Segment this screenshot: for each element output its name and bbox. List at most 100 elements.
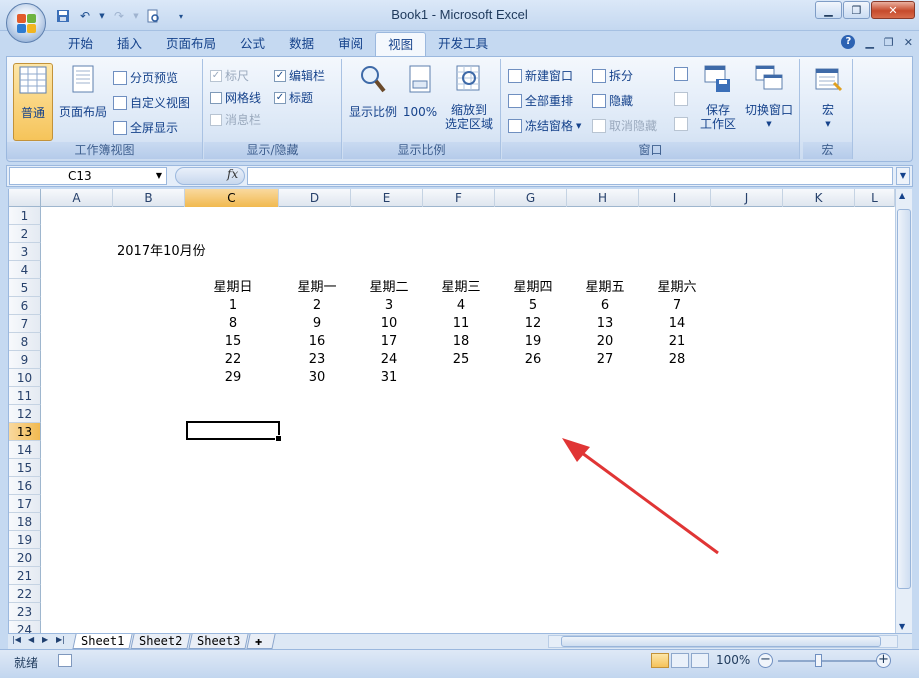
zoom-level[interactable]: 100% (716, 653, 750, 667)
page-break-shortcut-icon[interactable] (691, 653, 709, 668)
row-header-16[interactable]: 16 (9, 477, 41, 495)
insert-function-icon[interactable]: fx (227, 167, 238, 181)
sheet-tab-sheet3[interactable]: Sheet3 (188, 634, 249, 649)
hide-button[interactable]: 隐藏 (592, 92, 633, 109)
reset-position-button[interactable] (674, 117, 688, 131)
row-header-15[interactable]: 15 (9, 459, 41, 477)
macros-button[interactable]: 宏 ▼ (807, 63, 849, 131)
calendar-day-cell[interactable]: 13 (569, 315, 641, 333)
column-header-k[interactable]: K (783, 189, 855, 207)
freeze-panes-button[interactable]: 冻结窗格 ▼ (508, 117, 581, 134)
full-screen-button[interactable]: 全屏显示 (113, 119, 178, 136)
first-sheet-icon[interactable]: |◀ (12, 635, 21, 644)
weekday-header[interactable]: 星期三 (425, 279, 497, 297)
calendar-day-cell[interactable]: 7 (641, 297, 713, 315)
name-box[interactable]: C13 ▼ (9, 167, 167, 185)
row-header-18[interactable]: 18 (9, 513, 41, 531)
scroll-down-icon[interactable]: ▼ (899, 622, 905, 631)
calendar-day-cell[interactable] (497, 369, 569, 387)
zoom-100-button[interactable]: 100% (401, 63, 439, 119)
prev-sheet-icon[interactable]: ◀ (28, 635, 34, 644)
calendar-day-cell[interactable]: 15 (187, 333, 279, 351)
row-header-5[interactable]: 5 (9, 279, 41, 297)
close-button[interactable]: ✕ (871, 1, 915, 19)
calendar-day-cell[interactable]: 3 (353, 297, 425, 315)
row-header-20[interactable]: 20 (9, 549, 41, 567)
row-header-7[interactable]: 7 (9, 315, 41, 333)
calendar-day-cell[interactable]: 8 (187, 315, 279, 333)
row-header-14[interactable]: 14 (9, 441, 41, 459)
calendar-day-cell[interactable]: 24 (353, 351, 425, 369)
tab-home[interactable]: 开始 (56, 32, 105, 56)
formula-input[interactable] (247, 167, 893, 185)
insert-sheet-icon[interactable]: ✚ (246, 634, 276, 649)
row-header-4[interactable]: 4 (9, 261, 41, 279)
row-header-24[interactable]: 24 (9, 621, 41, 633)
row-header-10[interactable]: 10 (9, 369, 41, 387)
calendar-day-cell[interactable]: 17 (353, 333, 425, 351)
calendar-day-cell[interactable]: 31 (353, 369, 425, 387)
ruler-checkbox[interactable]: ✓ 标尺 (210, 67, 249, 84)
row-header-21[interactable]: 21 (9, 567, 41, 585)
calendar-day-cell[interactable]: 27 (569, 351, 641, 369)
row-header-12[interactable]: 12 (9, 405, 41, 423)
column-header-f[interactable]: F (423, 189, 495, 207)
column-header-a[interactable]: A (41, 189, 113, 207)
calendar-day-cell[interactable]: 9 (281, 315, 353, 333)
calendar-title[interactable]: 2017年10月份 (117, 243, 206, 261)
normal-view-button[interactable]: 普通 (13, 63, 53, 141)
zoom-to-selection-button[interactable]: 缩放到 选定区域 (441, 63, 497, 131)
tab-formulas[interactable]: 公式 (228, 32, 277, 56)
page-layout-view-button[interactable]: 页面布局 (57, 63, 109, 119)
tab-data[interactable]: 数据 (277, 32, 326, 56)
tab-page-layout[interactable]: 页面布局 (154, 32, 228, 56)
sync-scroll-button[interactable] (674, 92, 688, 106)
calendar-day-cell[interactable] (425, 369, 497, 387)
calendar-day-cell[interactable]: 14 (641, 315, 713, 333)
calendar-day-cell[interactable]: 6 (569, 297, 641, 315)
calendar-day-cell[interactable]: 22 (187, 351, 279, 369)
ribbon-close-icon[interactable]: ✕ (904, 36, 913, 49)
view-side-by-side-button[interactable] (674, 67, 688, 81)
name-box-dropdown-icon[interactable]: ▼ (156, 168, 162, 184)
worksheet-grid[interactable]: ABCDEFGHIJKL 1 2 3 4 5 6 7 8 9 10 11 12 13 14 15 16 17 18… (8, 189, 895, 633)
column-header-j[interactable]: J (711, 189, 783, 207)
calendar-day-cell[interactable]: 16 (281, 333, 353, 351)
column-header-c[interactable]: C (185, 189, 279, 207)
gridlines-checkbox[interactable]: 网格线 (210, 89, 261, 106)
calendar-day-cell[interactable]: 19 (497, 333, 569, 351)
normal-view-shortcut-icon[interactable] (651, 653, 669, 668)
calendar-day-cell[interactable]: 18 (425, 333, 497, 351)
calendar-day-cell[interactable]: 10 (353, 315, 425, 333)
unhide-button[interactable]: 取消隐藏 (592, 117, 657, 134)
weekday-header[interactable]: 星期一 (281, 279, 353, 297)
row-header-17[interactable]: 17 (9, 495, 41, 513)
row-header-9[interactable]: 9 (9, 351, 41, 369)
last-sheet-icon[interactable]: ▶| (56, 635, 65, 644)
page-layout-shortcut-icon[interactable] (671, 653, 689, 668)
calendar-day-cell[interactable]: 30 (281, 369, 353, 387)
calendar-day-cell[interactable]: 20 (569, 333, 641, 351)
weekday-header[interactable]: 星期二 (353, 279, 425, 297)
zoom-slider[interactable] (778, 660, 876, 662)
row-header-11[interactable]: 11 (9, 387, 41, 405)
row-header-13[interactable]: 13 (9, 423, 41, 441)
calendar-day-cell[interactable]: 4 (425, 297, 497, 315)
calendar-day-cell[interactable]: 1 (187, 297, 279, 315)
arrange-all-button[interactable]: 全部重排 (508, 92, 573, 109)
row-header-2[interactable]: 2 (9, 225, 41, 243)
office-button[interactable] (6, 3, 46, 43)
weekday-header[interactable]: 星期日 (187, 279, 279, 297)
maximize-button[interactable]: ❐ (843, 1, 870, 19)
calendar-day-cell[interactable]: 29 (187, 369, 279, 387)
row-header-22[interactable]: 22 (9, 585, 41, 603)
vertical-scrollbar[interactable]: ▲ ▼ (895, 189, 912, 633)
select-all-corner[interactable] (9, 189, 41, 207)
sheet-tab-sheet2[interactable]: Sheet2 (130, 634, 191, 649)
zoom-in-icon[interactable]: + (876, 653, 891, 668)
new-window-button[interactable]: 新建窗口 (508, 67, 573, 84)
help-icon[interactable]: ? (841, 35, 856, 49)
calendar-day-cell[interactable] (641, 369, 713, 387)
column-header-b[interactable]: B (113, 189, 185, 207)
switch-windows-button[interactable]: 切换窗口 ▼ (740, 63, 798, 131)
